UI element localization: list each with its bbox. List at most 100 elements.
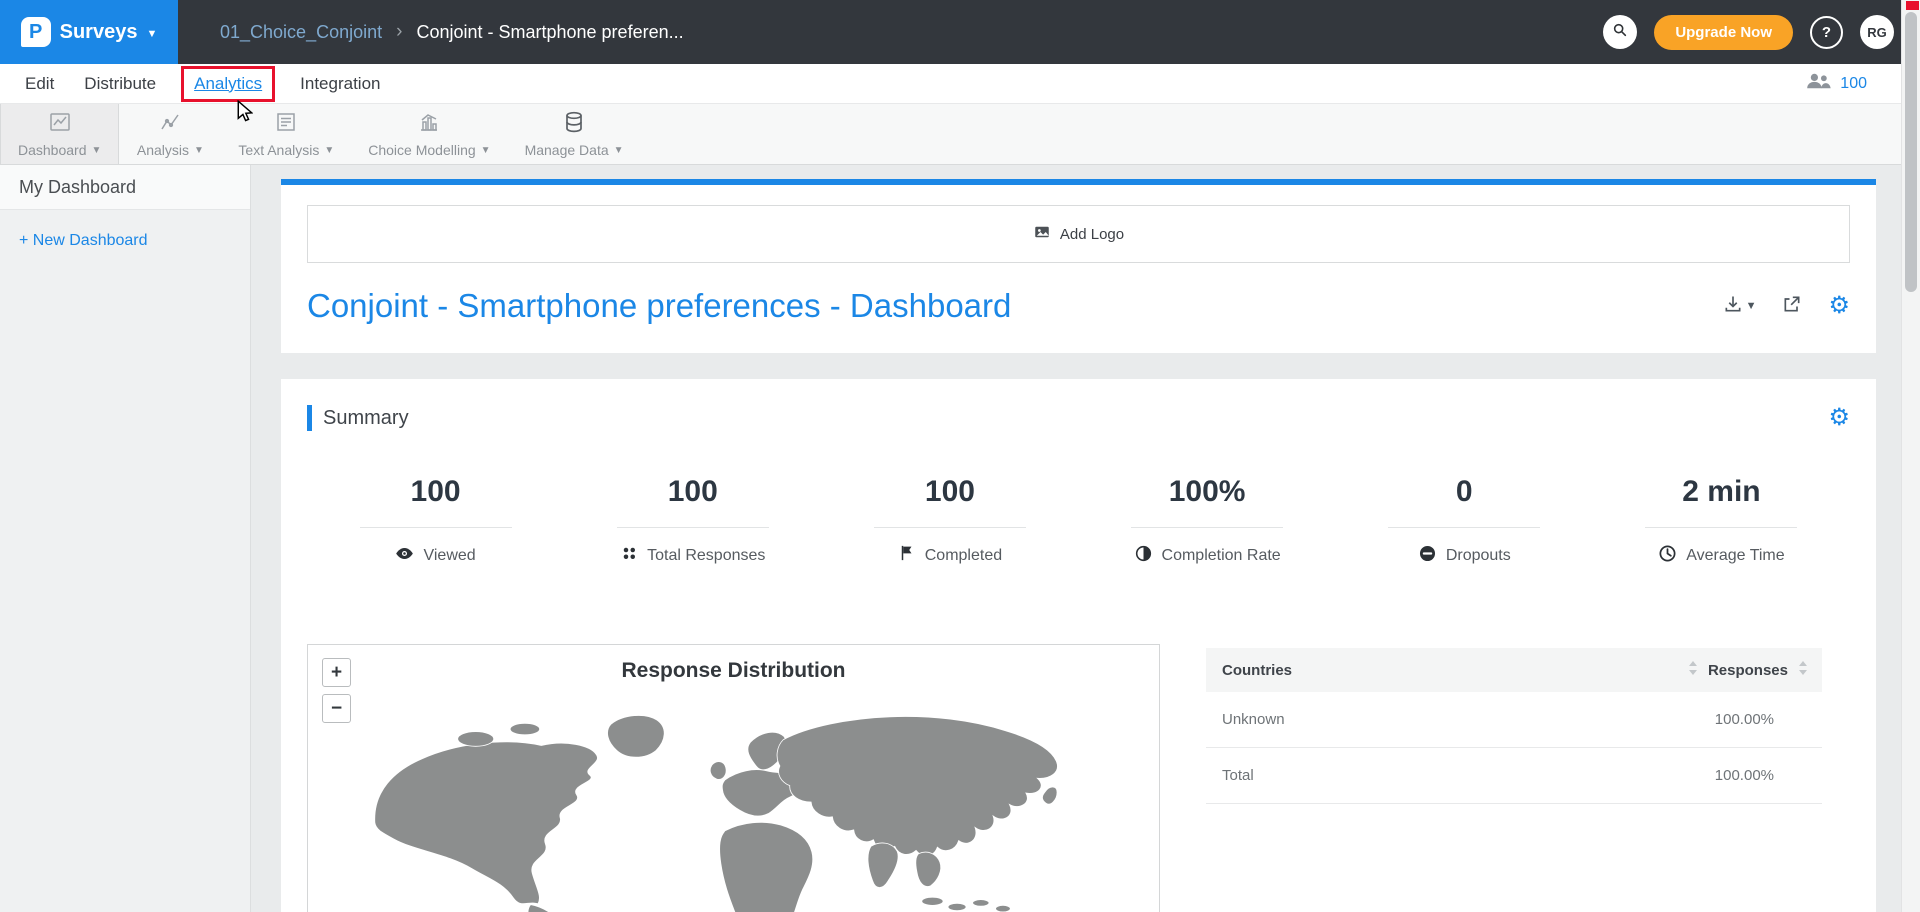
download-button[interactable]: ▼ <box>1723 294 1757 319</box>
tab-integration[interactable]: Integration <box>285 74 395 94</box>
toolbar-choice-modelling-label: Choice Modelling <box>368 142 475 158</box>
share-button[interactable] <box>1782 294 1802 319</box>
toolbar-dashboard-menu[interactable]: Dashboard ▼ <box>0 104 119 164</box>
map-zoom-in-button[interactable]: + <box>322 658 351 687</box>
breadcrumb-folder-link[interactable]: 01_Choice_Conjoint <box>220 22 382 43</box>
app-window: P Surveys ▼ 01_Choice_Conjoint › Conjoin… <box>0 0 1920 912</box>
questionpro-logo: P <box>21 17 51 47</box>
search-button[interactable] <box>1603 15 1637 49</box>
chevron-down-icon: ▼ <box>194 145 204 156</box>
add-logo-button[interactable]: Add Logo <box>307 205 1850 263</box>
toolbar-manage-data-menu[interactable]: Manage Data▼ <box>508 104 641 164</box>
text-analysis-icon <box>274 110 298 139</box>
vertical-scrollbar[interactable] <box>1901 0 1920 912</box>
responses-cell: 100.00% <box>1715 767 1774 784</box>
half-circle-icon <box>1134 544 1153 568</box>
world-map[interactable] <box>324 693 1144 912</box>
response-distribution-map: + − Response Distribution <box>307 644 1160 912</box>
breadcrumb-separator-icon: › <box>396 21 402 43</box>
upgrade-now-button[interactable]: Upgrade Now <box>1654 15 1793 50</box>
stat-value: 100 <box>668 475 718 509</box>
map-zoom-out-button[interactable]: − <box>322 694 351 723</box>
column-label: Countries <box>1222 662 1292 679</box>
stat-value: 100 <box>411 475 461 509</box>
eye-icon <box>395 544 414 568</box>
stat-label: Viewed <box>423 547 475 565</box>
app-name: Surveys <box>60 21 138 44</box>
stat-completion-rate: 100% Completion Rate <box>1079 475 1336 568</box>
chevron-down-icon: ▼ <box>92 145 102 156</box>
flag-icon <box>898 544 916 567</box>
top-header: P Surveys ▼ 01_Choice_Conjoint › Conjoin… <box>0 0 1920 64</box>
table-row: Total 100.00% <box>1206 748 1822 804</box>
stat-label: Completed <box>925 547 1002 565</box>
sort-icon <box>1798 661 1808 679</box>
countries-table: Countries Responses Unknown 100.00% <box>1206 648 1822 912</box>
toolbar-dashboard-label: Dashboard <box>18 142 87 158</box>
column-countries[interactable]: Countries <box>1222 662 1292 679</box>
user-avatar[interactable]: RG <box>1860 15 1894 49</box>
toolbar-analysis-menu[interactable]: Analysis ▼ <box>119 104 221 164</box>
tab-distribute[interactable]: Distribute <box>69 74 171 94</box>
responses-cell: 100.00% <box>1715 711 1774 728</box>
settings-gear-icon[interactable]: ⚙ <box>1828 294 1850 318</box>
main-content: Add Logo Conjoint - Smartphone preferenc… <box>251 165 1920 912</box>
analysis-chart-icon <box>158 110 182 139</box>
country-cell: Unknown <box>1222 711 1285 728</box>
stat-value: 100 <box>925 475 975 509</box>
summary-card: Summary ⚙ 100 Viewed 100 <box>281 379 1876 912</box>
search-icon <box>1612 22 1628 43</box>
add-logo-label: Add Logo <box>1060 226 1124 243</box>
toolbar-text-analysis-label: Text Analysis <box>238 142 319 158</box>
stat-total-responses: 100 Total Responses <box>564 475 821 568</box>
share-icon <box>1782 294 1802 319</box>
dashboard-title: Conjoint - Smartphone preferences - Dash… <box>307 287 1011 325</box>
accent-bar <box>307 405 312 431</box>
stat-label: Average Time <box>1686 547 1784 565</box>
stat-value: 100% <box>1169 475 1246 509</box>
stat-label: Completion Rate <box>1162 547 1281 565</box>
dashboard-header-card: Add Logo Conjoint - Smartphone preferenc… <box>281 179 1876 353</box>
stat-average-time: 2 min Average Time <box>1593 475 1850 568</box>
stat-dropouts: 0 Dropouts <box>1336 475 1593 568</box>
scrollbar-thumb[interactable] <box>1905 12 1917 292</box>
help-button[interactable]: ? <box>1810 16 1843 49</box>
sidebar-item-my-dashboard[interactable]: My Dashboard <box>0 165 250 210</box>
toolbar-choice-modelling-menu[interactable]: Choice Modelling ▼ <box>351 104 507 164</box>
table-row: Unknown 100.00% <box>1206 692 1822 748</box>
responses-indicator[interactable]: 100 <box>1805 72 1867 95</box>
annotation-red-marker <box>1906 1 1919 10</box>
header-actions: Upgrade Now ? RG <box>1603 15 1920 50</box>
chevron-down-icon: ▼ <box>481 145 491 156</box>
responses-count: 100 <box>1840 75 1867 93</box>
minus-circle-icon <box>1418 544 1437 568</box>
people-icon <box>1805 72 1831 95</box>
column-label: Responses <box>1708 662 1788 679</box>
dot-grid-icon <box>620 544 638 567</box>
chevron-down-icon: ▼ <box>324 145 334 156</box>
column-responses[interactable]: Responses <box>1688 661 1808 679</box>
stat-label: Dropouts <box>1446 547 1511 565</box>
tab-edit[interactable]: Edit <box>10 74 69 94</box>
summary-heading: Summary <box>323 407 409 430</box>
breadcrumb-current: Conjoint - Smartphone preferen... <box>416 22 683 43</box>
toolbar-analysis-label: Analysis <box>137 142 189 158</box>
stat-value: 2 min <box>1682 475 1760 509</box>
chevron-down-icon: ▼ <box>146 28 157 40</box>
dashboard-sidebar: My Dashboard + New Dashboard <box>0 165 251 912</box>
chevron-down-icon: ▼ <box>614 145 624 156</box>
database-icon <box>562 110 586 139</box>
new-dashboard-link[interactable]: + New Dashboard <box>19 232 250 250</box>
surveys-product-menu[interactable]: P Surveys ▼ <box>0 0 178 64</box>
toolbar-text-analysis-menu[interactable]: Text Analysis ▼ <box>221 104 351 164</box>
divider <box>874 527 1026 528</box>
divider <box>360 527 512 528</box>
summary-stats: 100 Viewed 100 Total Responses <box>307 475 1850 568</box>
stat-label: Total Responses <box>647 547 765 565</box>
tab-analytics[interactable]: Analytics <box>181 66 275 102</box>
download-icon <box>1723 294 1743 319</box>
analytics-toolbar: Dashboard ▼ Analysis ▼ Text Analysis ▼ Choi… <box>0 104 1920 165</box>
summary-settings-gear-icon[interactable]: ⚙ <box>1828 406 1850 430</box>
divider <box>617 527 769 528</box>
breadcrumb: 01_Choice_Conjoint › Conjoint - Smartpho… <box>220 21 684 43</box>
